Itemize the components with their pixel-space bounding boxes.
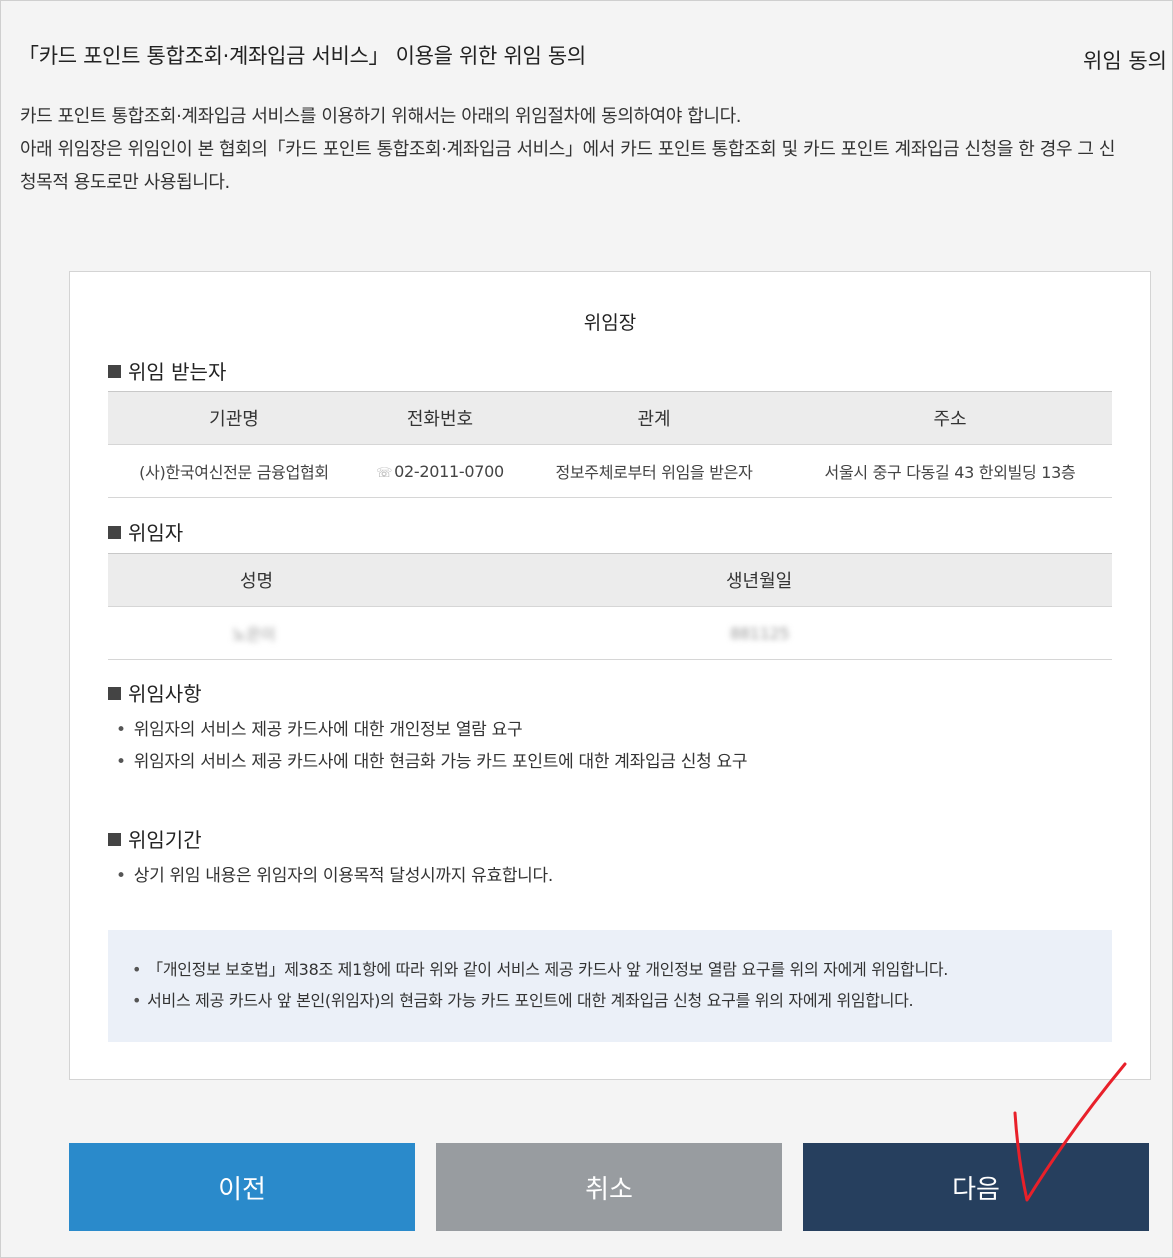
list-item: 위임자의 서비스 제공 카드사에 대한 현금화 가능 카드 포인트에 대한 계좌…	[116, 746, 748, 778]
grantee-heading-text: 위임 받는자	[128, 360, 227, 384]
grantor-table: 성명 생년월일 노은이 881125	[108, 553, 1112, 660]
power-of-attorney-card: 위임장 위임 받는자 기관명 전화번호 관계 주소 (사)한국여신전문 금융업협…	[69, 271, 1151, 1080]
grantor-heading-text: 위임자	[128, 521, 184, 545]
phone-icon: ☏	[376, 465, 393, 481]
matters-heading-text: 위임사항	[128, 682, 202, 706]
grantee-heading: 위임 받는자	[108, 356, 226, 385]
square-bullet-icon	[108, 833, 121, 846]
grantee-phone: 02-2011-0700	[394, 461, 504, 481]
grantee-org: (사)한국여신전문 금융업협회	[108, 444, 360, 498]
intro-line: 청목적 용도로만 사용됩니다.	[20, 172, 230, 193]
column-header: 성명	[108, 553, 408, 607]
table-row: (사)한국여신전문 금융업협회 ☏ 02-2011-0700 정보주체로부터 위임…	[108, 444, 1112, 498]
grantee-relation: 정보주체로부터 위임을 받은자	[520, 444, 788, 498]
list-item: 「개인정보 보호법」제38조 제1항에 따라 위와 같이 서비스 제공 카드사 …	[132, 954, 1112, 985]
column-header: 생년월일	[408, 553, 1112, 607]
grantee-phone-cell: ☏ 02-2011-0700	[360, 444, 520, 498]
period-heading-text: 위임기간	[128, 828, 202, 852]
grantor-birth: 881125	[408, 606, 1112, 660]
document-title: 위임장	[583, 312, 637, 334]
grantor-birth-value: 881125	[730, 623, 790, 643]
grantee-address: 서울시 중구 다동길 43 한외빌딩 13층	[788, 444, 1112, 498]
column-header: 주소	[788, 391, 1112, 445]
page-title: 「카드 포인트 통합조회·계좌입금 서비스」 이용을 위한 위임 동의	[18, 44, 586, 68]
column-header: 관계	[520, 391, 788, 445]
table-row: 노은이 881125	[108, 606, 1112, 660]
list-item: 서비스 제공 카드사 앞 본인(위임자)의 현금화 가능 카드 포인트에 대한 …	[132, 985, 1112, 1016]
matters-heading: 위임사항	[108, 678, 202, 707]
matters-list: 위임자의 서비스 제공 카드사에 대한 개인정보 열람 요구 위임자의 서비스 …	[116, 714, 748, 778]
period-heading: 위임기간	[108, 824, 202, 853]
grantor-heading: 위임자	[108, 517, 183, 546]
square-bullet-icon	[108, 526, 121, 539]
cancel-button[interactable]: 취소	[436, 1143, 782, 1231]
intro-line: 카드 포인트 통합조회·계좌입금 서비스를 이용하기 위해서는 아래의 위임절차…	[20, 106, 742, 127]
list-item: 위임자의 서비스 제공 카드사에 대한 개인정보 열람 요구	[116, 714, 747, 746]
intro-line: 아래 위임장은 위임인이 본 협회의「카드 포인트 통합조회·계좌입금 서비스」…	[20, 139, 1116, 160]
step-label: 위임 동의	[1083, 49, 1167, 73]
table-header-row: 기관명 전화번호 관계 주소	[108, 391, 1112, 445]
list-item: 상기 위임 내용은 위임자의 이용목적 달성시까지 유효합니다.	[116, 860, 554, 892]
grantor-name-value: 노은이	[232, 625, 276, 644]
grantor-name: 노은이	[108, 606, 408, 660]
column-header: 전화번호	[360, 391, 520, 445]
column-header: 기관명	[108, 391, 360, 445]
period-list: 상기 위임 내용은 위임자의 이용목적 달성시까지 유효합니다.	[116, 860, 554, 892]
grantee-table: 기관명 전화번호 관계 주소 (사)한국여신전문 금융업협회 ☏ 02-2011-…	[108, 391, 1112, 498]
table-header-row: 성명 생년월일	[108, 553, 1112, 607]
notice-box: 「개인정보 보호법」제38조 제1항에 따라 위와 같이 서비스 제공 카드사 …	[108, 930, 1112, 1042]
prev-button[interactable]: 이전	[69, 1143, 415, 1231]
intro-text: 카드 포인트 통합조회·계좌입금 서비스를 이용하기 위해서는 아래의 위임절차…	[20, 100, 1173, 199]
next-button[interactable]: 다음	[803, 1143, 1149, 1231]
notice-list: 「개인정보 보호법」제38조 제1항에 따라 위와 같이 서비스 제공 카드사 …	[132, 954, 1112, 1016]
square-bullet-icon	[108, 365, 121, 378]
square-bullet-icon	[108, 687, 121, 700]
